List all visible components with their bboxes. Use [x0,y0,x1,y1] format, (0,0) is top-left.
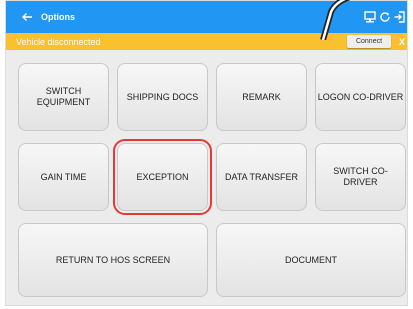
exception-button[interactable]: EXCEPTION [113,139,212,215]
remark-button[interactable]: REMARK [216,63,307,131]
options-screen: Options Vehicle disconnected Connect X S… [5,0,408,306]
annotation-arrow-icon [320,0,351,40]
page-title: Options [41,12,75,22]
document-button[interactable]: DOCUMENT [216,223,406,297]
options-grid: SWITCH EQUIPMENT SHIPPING DOCS REMARK LO… [6,50,407,305]
arrow-left-icon[interactable] [19,9,35,25]
switch-co-driver-button[interactable]: SWITCH CO- DRIVER [315,143,406,211]
switch-equipment-button[interactable]: SWITCH EQUIPMENT [18,63,109,131]
data-transfer-button[interactable]: DATA TRANSFER [216,143,307,211]
return-to-hos-screen-button[interactable]: RETURN TO HOS SCREEN [18,223,208,297]
dismiss-banner-button[interactable]: X [399,37,405,47]
gain-time-button[interactable]: GAIN TIME [18,143,109,211]
refresh-icon[interactable] [378,10,392,24]
logon-co-driver-button[interactable]: LOGON CO-DRIVER [315,63,406,131]
shipping-docs-button[interactable]: SHIPPING DOCS [117,63,208,131]
banner-text: Vehicle disconnected [16,37,101,47]
exit-icon[interactable] [393,10,407,24]
